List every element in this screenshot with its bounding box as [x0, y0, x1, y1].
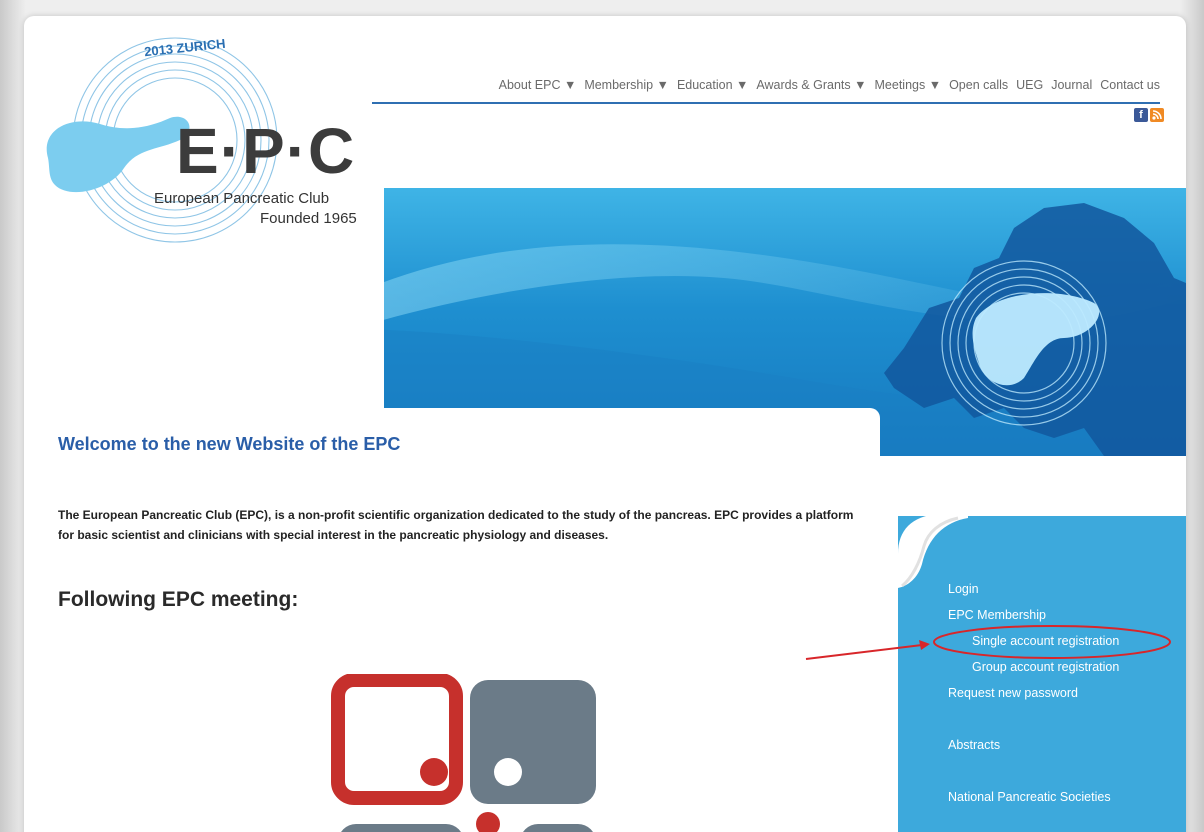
nav-awards-grants[interactable]: Awards & Grants ▼ [756, 78, 866, 92]
sidebar-item-national-pancreatic-societies[interactable]: National Pancreatic Societies [948, 790, 1119, 804]
meeting-heading: Following EPC meeting: [58, 588, 299, 611]
page-container: E·P·C European Pancreatic Club Founded 1… [24, 16, 1186, 832]
sidebar-menu: Login EPC Membership Single account regi… [948, 582, 1119, 804]
sidebar-item-single-account-registration[interactable]: Single account registration [948, 634, 1119, 648]
nav-ueg[interactable]: UEG [1016, 78, 1043, 92]
main-navigation: About EPC ▼ Membership ▼ Education ▼ Awa… [372, 78, 1160, 104]
intro-paragraph: The European Pancreatic Club (EPC), is a… [58, 508, 854, 542]
sidebar-page-curl [898, 514, 968, 588]
nav-education[interactable]: Education ▼ [677, 78, 748, 92]
main-content: Welcome to the new Website of the EPC Th… [44, 408, 880, 832]
logo-wordmark: E·P·C [176, 115, 356, 187]
logo-founded: Founded 1965 [260, 210, 357, 227]
sidebar-item-abstracts[interactable]: Abstracts [948, 738, 1119, 752]
social-links: f [1134, 108, 1164, 122]
sidebar-item-group-account-registration[interactable]: Group account registration [948, 660, 1119, 674]
meeting-logo-icon[interactable] [330, 674, 610, 832]
nav-journal[interactable]: Journal [1051, 78, 1092, 92]
logo-organization: European Pancreatic Club [154, 190, 330, 207]
nav-open-calls[interactable]: Open calls [949, 78, 1008, 92]
facebook-icon[interactable]: f [1134, 108, 1148, 122]
nav-about-epc[interactable]: About EPC ▼ [499, 78, 577, 92]
nav-membership[interactable]: Membership ▼ [584, 78, 669, 92]
page-title: Welcome to the new Website of the EPC [58, 434, 401, 454]
sidebar-item-request-new-password[interactable]: Request new password [948, 686, 1119, 700]
epc-logo[interactable]: E·P·C European Pancreatic Club Founded 1… [30, 20, 370, 250]
sidebar-item-login[interactable]: Login [948, 582, 1119, 596]
rss-icon[interactable] [1150, 108, 1164, 122]
sidebar-item-epc-membership[interactable]: EPC Membership [948, 608, 1119, 622]
nav-meetings[interactable]: Meetings ▼ [875, 78, 942, 92]
nav-contact-us[interactable]: Contact us [1100, 78, 1160, 92]
